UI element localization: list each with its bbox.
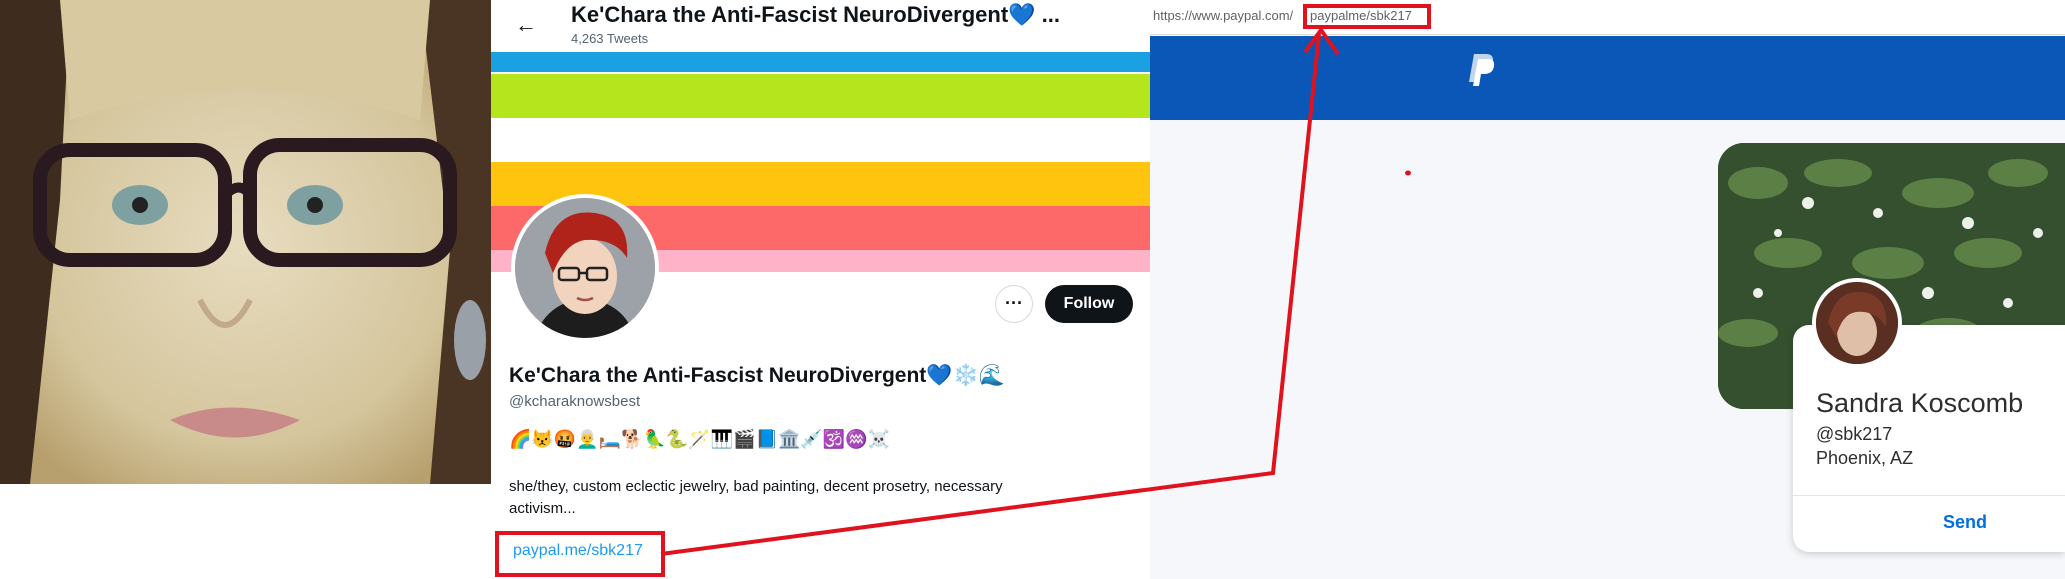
card-divider — [1793, 495, 2065, 496]
back-arrow-icon[interactable]: ← — [511, 10, 541, 40]
banner-stripe — [491, 52, 1150, 72]
banner-stripe — [491, 74, 1150, 118]
avatar-illustration — [515, 198, 655, 338]
highlight-box — [1303, 4, 1431, 29]
paypal-logo-icon[interactable] — [1466, 52, 1496, 88]
avatar-photo — [1816, 282, 1898, 364]
red-dot-mark — [1405, 170, 1411, 176]
header-title: Ke'Chara the Anti-Fascist NeuroDivergent… — [571, 2, 1061, 27]
face-photo-image — [0, 0, 491, 484]
account-location: Phoenix, AZ — [1816, 448, 1914, 468]
tweet-count: 4,263 Tweets — [571, 31, 649, 46]
account-name: Sandra Koscomb — [1816, 388, 2024, 418]
url-prefix: https://www.paypal.com/ — [1153, 8, 1294, 23]
emoji-line: 🌈😾🤬👨‍🦳🛏️🐕🦜🐍🪄🎹🎬📘🏛️💉🕉️♒☠️ — [509, 429, 891, 449]
paypal-header-banner — [1150, 36, 2065, 120]
account-handle: @sbk217 — [1816, 424, 1893, 444]
paypal-page-panel: https://www.paypal.com/ paypalme/sbk217 — [1150, 0, 2065, 579]
more-options-icon[interactable]: ··· — [995, 285, 1033, 323]
user-handle: @kcharaknowsbest — [509, 393, 641, 410]
banner-stripe — [491, 118, 1150, 162]
display-name: Ke'Chara the Anti-Fascist NeuroDivergent… — [509, 364, 1005, 387]
send-button[interactable]: Send — [1943, 512, 1987, 533]
follow-button[interactable]: Follow — [1045, 285, 1133, 323]
profile-avatar[interactable] — [511, 194, 659, 342]
twitter-profile-panel: ← Ke'Chara the Anti-Fascist NeuroDiverge… — [491, 0, 1150, 579]
bio-text: she/they, custom eclectic jewelry, bad p… — [509, 478, 1003, 517]
profile-header-bar: ← Ke'Chara the Anti-Fascist NeuroDiverge… — [491, 0, 1150, 52]
paypal-avatar — [1812, 278, 1902, 368]
address-bar[interactable]: https://www.paypal.com/ paypalme/sbk217 — [1150, 0, 2065, 35]
profile-photo — [0, 0, 491, 484]
profile-link[interactable]: paypal.me/sbk217 — [513, 542, 643, 560]
